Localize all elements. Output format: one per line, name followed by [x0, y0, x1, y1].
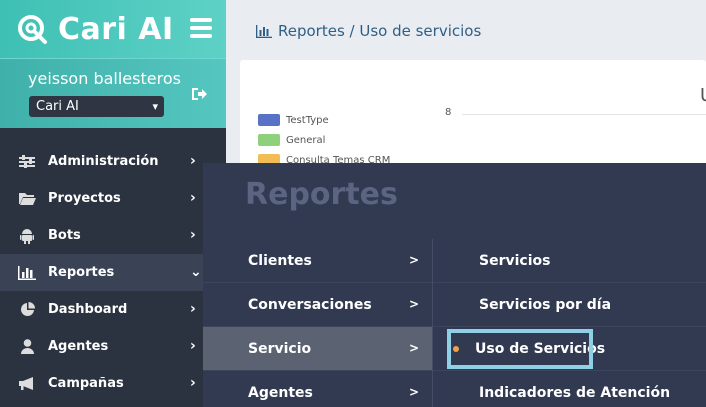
- mega-category-clientes[interactable]: Clientes >: [203, 239, 432, 283]
- logout-icon[interactable]: [190, 86, 208, 102]
- y-axis-tick-label: 8: [445, 107, 452, 118]
- reportes-mega-menu: Reportes Clientes > Conversaciones > Ser…: [203, 163, 706, 407]
- cari-logo-icon: [18, 15, 47, 44]
- mega-menu-title: Reportes: [245, 177, 398, 212]
- legend-item[interactable]: TestType: [258, 114, 390, 126]
- brand-bar: Cari AI: [0, 0, 226, 58]
- chart-title: U: [700, 85, 706, 106]
- chevron-right-icon: >: [409, 341, 420, 355]
- sidebar-item-label: Bots: [48, 228, 81, 243]
- chevron-right-icon: >: [409, 297, 420, 311]
- chevron-down-icon: ▾: [152, 100, 158, 113]
- sidebar-item-administracion[interactable]: Administración ›: [0, 143, 226, 180]
- mega-category-agentes[interactable]: Agentes >: [203, 371, 432, 407]
- mega-subitem-label: Servicios: [479, 252, 551, 269]
- chart-card: TestType General Consulta Temas CRM 8 U: [240, 60, 706, 170]
- bar-chart-icon: [256, 24, 272, 38]
- sidebar: Cari AI yeisson ballesteros Cari AI ▾ Ad…: [0, 0, 226, 407]
- mega-category-label: Agentes: [248, 384, 313, 401]
- mega-subitem-servicios-por-dia[interactable]: Servicios por día: [433, 283, 706, 327]
- company-select[interactable]: Cari AI ▾: [29, 96, 164, 117]
- sidebar-item-label: Reportes: [48, 265, 115, 280]
- bullet-dot-icon: [453, 346, 459, 352]
- highlight-box: [447, 329, 593, 369]
- legend-swatch: [258, 134, 280, 146]
- chevron-down-icon: ⌄: [190, 264, 202, 280]
- sidebar-nav: Administración › Proyectos › Bots › Repo…: [0, 143, 226, 402]
- sidebar-item-label: Campañas: [48, 376, 124, 391]
- legend-label: TestType: [286, 114, 329, 126]
- chevron-right-icon: ›: [190, 153, 196, 169]
- chevron-right-icon: ›: [190, 338, 196, 354]
- legend-swatch: [258, 114, 280, 126]
- chevron-right-icon: ›: [190, 190, 196, 206]
- breadcrumb-text: Reportes / Uso de servicios: [278, 22, 482, 40]
- mega-menu-categories: Clientes > Conversaciones > Servicio > A…: [203, 239, 432, 407]
- breadcrumb: Reportes / Uso de servicios: [256, 22, 481, 40]
- sidebar-item-campanas[interactable]: Campañas ›: [0, 365, 226, 402]
- mega-subitem-indicadores-de-atencion[interactable]: Indicadores de Atención: [433, 371, 706, 407]
- pie-chart-icon: [18, 302, 36, 318]
- user-name: yeisson ballesteros: [28, 69, 181, 88]
- mega-category-label: Conversaciones: [248, 296, 372, 313]
- sidebar-item-label: Administración: [48, 154, 159, 169]
- chart-gridline: [462, 114, 706, 115]
- legend-label: General: [286, 134, 326, 146]
- sidebar-item-reportes[interactable]: Reportes ⌄: [0, 254, 226, 291]
- user-icon: [18, 339, 36, 355]
- hamburger-menu-icon[interactable]: [190, 18, 212, 38]
- mega-subitem-label: Servicios por día: [479, 296, 612, 313]
- folder-icon: [18, 191, 36, 207]
- sidebar-item-label: Dashboard: [48, 302, 128, 317]
- sidebar-item-proyectos[interactable]: Proyectos ›: [0, 180, 226, 217]
- sidebar-item-dashboard[interactable]: Dashboard ›: [0, 291, 226, 328]
- megaphone-icon: [18, 376, 36, 392]
- legend-item[interactable]: General: [258, 134, 390, 146]
- sidebar-item-agentes[interactable]: Agentes ›: [0, 328, 226, 365]
- sidebar-item-bots[interactable]: Bots ›: [0, 217, 226, 254]
- company-select-value: Cari AI: [36, 99, 79, 114]
- chevron-right-icon: >: [409, 385, 420, 399]
- sidebar-item-label: Proyectos: [48, 191, 121, 206]
- mega-category-label: Clientes: [248, 252, 312, 269]
- chevron-right-icon: >: [409, 253, 420, 267]
- sidebar-item-label: Agentes: [48, 339, 109, 354]
- app-root: Cari AI yeisson ballesteros Cari AI ▾ Ad…: [0, 0, 706, 407]
- chevron-right-icon: ›: [190, 375, 196, 391]
- mega-category-conversaciones[interactable]: Conversaciones >: [203, 283, 432, 327]
- mega-subitem-uso-de-servicios[interactable]: Uso de Servicios: [433, 327, 706, 371]
- sliders-icon: [18, 154, 36, 170]
- bar-chart-icon: [18, 265, 36, 281]
- brand-name: Cari AI: [58, 11, 174, 47]
- android-icon: [18, 228, 36, 244]
- mega-subitem-label: Indicadores de Atención: [479, 384, 671, 401]
- mega-category-label: Servicio: [248, 340, 312, 357]
- mega-menu-subitems: Servicios Servicios por día Uso de Servi…: [432, 239, 706, 407]
- chevron-right-icon: ›: [190, 227, 196, 243]
- top-bar: Reportes / Uso de servicios: [226, 0, 706, 60]
- mega-category-servicio[interactable]: Servicio >: [203, 327, 432, 371]
- chevron-right-icon: ›: [190, 301, 196, 317]
- mega-subitem-servicios[interactable]: Servicios: [433, 239, 706, 283]
